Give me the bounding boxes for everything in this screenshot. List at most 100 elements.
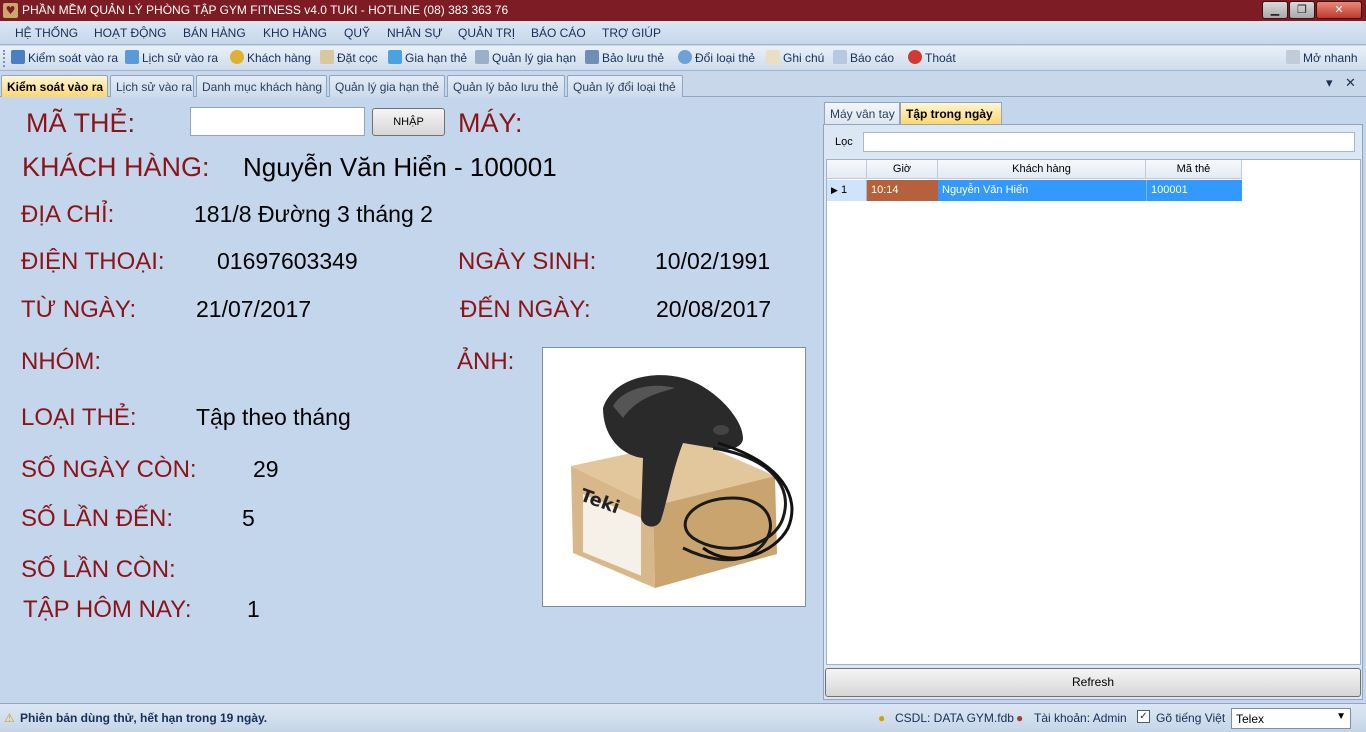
barcode-scanner-image: Teki [571, 375, 794, 588]
from-date-label: TỪ NGÀY: [21, 296, 137, 323]
row-indicator: ▶ 1 [827, 180, 867, 201]
machine-label: MÁY: [458, 108, 523, 138]
menu-system[interactable]: HỆ THỐNG [15, 26, 78, 40]
toolbar-extend-card-button[interactable]: Gia hạn thẻ [388, 50, 467, 67]
menu-bar: HỆ THỐNG HOẠT ĐỘNG BÁN HÀNG KHO HÀNG QUỸ… [0, 21, 1366, 45]
window-title: PHẦN MỀM QUẢN LÝ PHÒNG TẬP GYM FITNESS v… [22, 3, 509, 17]
menu-help[interactable]: TRỢ GIÚP [602, 26, 661, 40]
exit-icon [908, 50, 922, 64]
minimize-button[interactable]: ▁ [1262, 1, 1288, 19]
photo-label: ẢNH: [457, 348, 515, 375]
quick-open-icon [1286, 50, 1300, 64]
address-value: 181/8 Đường 3 tháng 2 [194, 201, 433, 227]
grid-header-card[interactable]: Mã thẻ [1146, 160, 1242, 179]
filter-label: Lọc [835, 136, 853, 148]
chevron-down-icon: ▼ [1336, 711, 1346, 722]
birthdate-label: NGÀY SINH: [458, 248, 597, 275]
right-panel: Máy vân tay Tập trong ngày Lọc Giờ Khách… [822, 98, 1366, 702]
refresh-button[interactable]: Refresh [825, 668, 1361, 697]
vietnamese-typing-checkbox[interactable]: ✓ [1137, 710, 1150, 723]
tab-access-control[interactable]: Kiểm soát vào ra [1, 75, 108, 97]
toolbar: Kiểm soát vào ra Lịch sử vào ra Khách hà… [0, 46, 1366, 71]
tab-card-type-management[interactable]: Quản lý đổi loại thẻ [567, 75, 683, 97]
visits-left-label: SỐ LẦN CÒN: [21, 556, 176, 583]
row-card: 100001 [1146, 180, 1242, 201]
tab-extension-management[interactable]: Quản lý gia hạn thẻ [329, 75, 445, 97]
today-visits-value: 1 [247, 596, 260, 622]
visits-value: 5 [242, 505, 255, 531]
days-left-value: 29 [253, 456, 279, 482]
note-icon [766, 50, 780, 64]
birthdate-value: 10/02/1991 [655, 248, 771, 274]
filter-input[interactable] [863, 132, 1355, 152]
user-icon: ● [1016, 711, 1024, 725]
tab-customer-list[interactable]: Danh mục khách hàng [196, 75, 327, 97]
customer-icon [230, 50, 244, 64]
today-visits-label: TẬP HÔM NAY: [23, 596, 192, 623]
toolbar-customers-button[interactable]: Khách hàng [230, 50, 311, 67]
warning-icon: ⚠ [4, 711, 15, 725]
group-label: NHÓM: [21, 348, 101, 375]
tab-today-training[interactable]: Tập trong ngày [900, 102, 1002, 124]
customer-label: KHÁCH HÀNG: [22, 152, 210, 182]
menu-admin[interactable]: QUẢN TRỊ [458, 26, 515, 40]
phone-value: 01697603349 [217, 248, 358, 274]
tab-close-icon[interactable]: ✕ [1345, 76, 1356, 91]
toolbar-quick-open-button[interactable]: Mở nhanh [1286, 50, 1358, 67]
menu-fund[interactable]: QUỸ [344, 26, 370, 40]
menu-warehouse[interactable]: KHO HÀNG [263, 26, 327, 40]
toolbar-report-button[interactable]: Báo cáo [833, 50, 894, 67]
toolbar-grip[interactable] [3, 50, 6, 67]
customer-value: Nguyễn Văn Hiển - 100001 [243, 152, 557, 182]
close-button[interactable]: ✕ [1316, 1, 1362, 19]
tab-fingerprint-machine[interactable]: Máy vân tay [824, 102, 900, 124]
visits-label: SỐ LẦN ĐẾN: [21, 505, 174, 532]
card-type-label: LOẠI THẺ: [21, 404, 137, 431]
maximize-button[interactable]: ❐ [1289, 1, 1315, 19]
card-number-input[interactable] [190, 107, 365, 136]
card-type-value: Tập theo tháng [196, 404, 351, 430]
tab-strip: Kiểm soát vào ra Lịch sử vào ra Danh mục… [0, 73, 1366, 97]
menu-reports[interactable]: BÁO CÁO [531, 26, 586, 40]
training-grid: Giờ Khách hàng Mã thẻ ▶ 1 10:14 Nguyễn V… [826, 159, 1361, 665]
trial-status: Phiên bản dùng thử, hết hạn trong 19 ngà… [20, 711, 268, 725]
enter-button[interactable]: NHẬP [372, 108, 445, 136]
toolbar-change-card-type-button[interactable]: Đổi loại thẻ [678, 50, 755, 67]
document-icon [320, 50, 334, 64]
tab-list-chevron-icon[interactable]: ▾ [1326, 76, 1333, 91]
row-time: 10:14 [867, 180, 938, 201]
tab-history[interactable]: Lịch sử vào ra [110, 75, 194, 97]
swap-icon [678, 50, 692, 64]
menu-activity[interactable]: HOẠT ĐỘNG [94, 26, 166, 40]
title-bar: ♥ PHẦN MỀM QUẢN LÝ PHÒNG TẬP GYM FITNESS… [0, 0, 1366, 21]
row-customer: Nguyễn Văn Hiển [938, 180, 1146, 201]
menu-sales[interactable]: BÁN HÀNG [183, 26, 246, 40]
toolbar-notes-button[interactable]: Ghi chú [766, 50, 824, 67]
toolbar-manage-extension-button[interactable]: Quản lý gia hạn [475, 50, 576, 67]
database-status: CSDL: DATA GYM.fdb [895, 711, 1014, 725]
tab-reserve-management[interactable]: Quản lý bảo lưu thẻ [447, 75, 565, 97]
today-training-panel: Lọc Giờ Khách hàng Mã thẻ ▶ 1 10:14 Nguy… [823, 124, 1363, 700]
grid-header-customer[interactable]: Khách hàng [938, 160, 1146, 179]
history-icon [125, 50, 139, 64]
customer-photo: Teki [542, 347, 806, 607]
to-date-value: 20/08/2017 [656, 296, 772, 322]
input-method-select[interactable]: Telex ▼ [1231, 708, 1351, 729]
grid-header-time[interactable]: Giờ [867, 160, 938, 179]
access-control-form: MÃ THẺ: NHẬP MÁY: KHÁCH HÀNG: Nguyễn Văn… [0, 98, 820, 702]
toolbar-access-control-button[interactable]: Kiểm soát vào ra [11, 50, 118, 67]
vietnamese-typing-label: Gõ tiếng Việt [1156, 711, 1226, 725]
toolbar-reserve-card-button[interactable]: Bảo lưu thẻ [585, 50, 664, 67]
toolbar-exit-button[interactable]: Thoát [908, 50, 956, 67]
toolbar-history-button[interactable]: Lịch sử vào ra [125, 50, 218, 67]
address-label: ĐỊA CHỈ: [21, 201, 115, 228]
app-icon: ♥ [3, 3, 18, 18]
input-method-value: Telex [1236, 712, 1265, 726]
plus-icon [388, 50, 402, 64]
door-icon [11, 50, 25, 64]
chart-icon [833, 50, 847, 64]
row-pointer-icon: ▶ [831, 185, 838, 195]
menu-hr[interactable]: NHÂN SỰ [387, 26, 443, 40]
from-date-value: 21/07/2017 [196, 296, 312, 322]
toolbar-deposit-button[interactable]: Đặt cọc [320, 50, 378, 67]
